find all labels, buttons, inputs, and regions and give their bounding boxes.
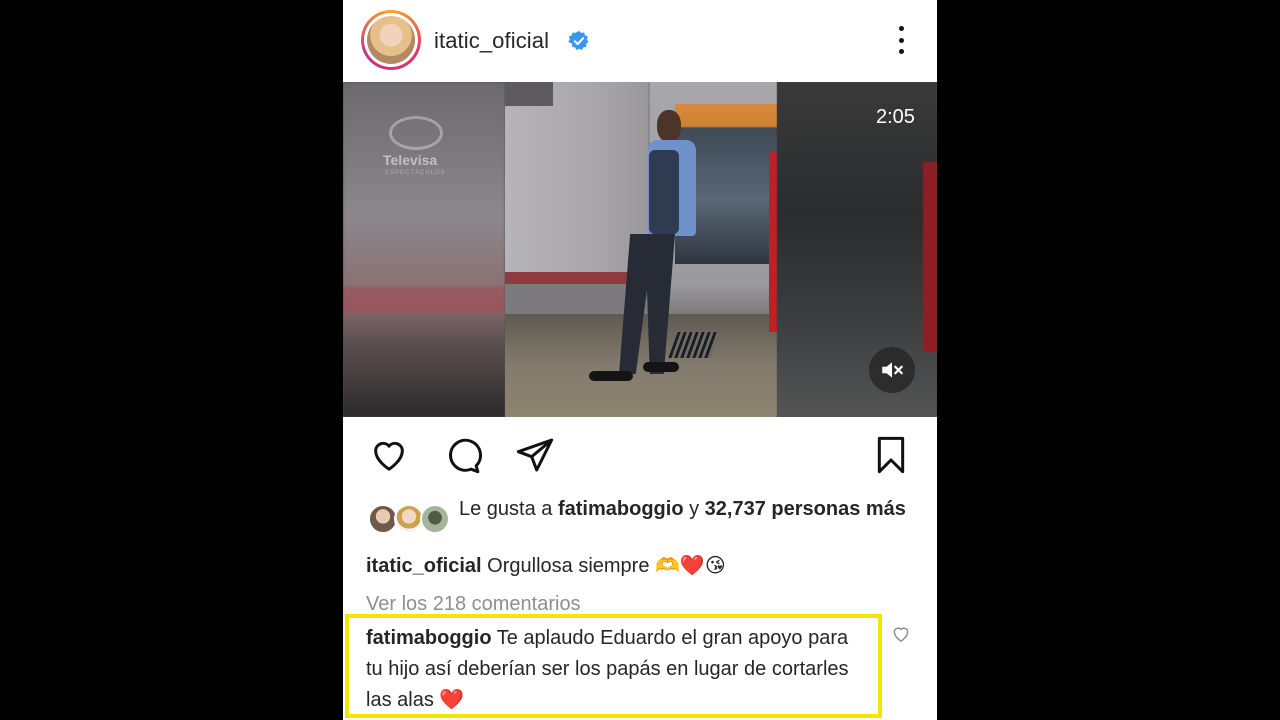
video-duration: 2:05 <box>876 106 915 128</box>
liker-avatar <box>420 504 450 534</box>
likes-count[interactable]: 32,737 personas más <box>705 498 906 520</box>
video-player[interactable]: Televisa ESPECTÁCULOS 2:05 <box>343 82 937 417</box>
watermark-brand: Televisa <box>383 152 438 168</box>
verified-badge-icon <box>568 30 589 50</box>
username[interactable]: itatic_oficial <box>434 28 549 54</box>
comment-icon[interactable] <box>442 435 482 475</box>
more-options-icon[interactable] <box>889 24 913 56</box>
heart-icon[interactable] <box>369 435 409 475</box>
caption-emojis: 🫶❤️😘 <box>655 555 726 577</box>
likes-text: Le gusta a fatimaboggio y 32,737 persona… <box>459 498 906 520</box>
bookmark-icon[interactable] <box>871 435 911 475</box>
view-comments-link[interactable]: Ver los 218 comentarios <box>366 593 581 616</box>
avatar[interactable] <box>361 10 421 70</box>
televisa-logo-icon <box>389 116 443 150</box>
caption-text: Orgullosa siempre <box>487 555 650 577</box>
mute-button[interactable] <box>869 347 915 393</box>
share-icon[interactable] <box>515 435 555 475</box>
action-bar <box>343 417 937 492</box>
speaker-muted-icon <box>882 362 903 378</box>
comment-username[interactable]: fatimaboggio <box>366 627 492 649</box>
person-figure <box>657 110 681 142</box>
caption: itatic_oficial Orgullosa siempre 🫶❤️😘 <box>366 553 726 578</box>
post-card: itatic_oficial Televisa ESPECTÁCULOS 2:0… <box>343 0 937 720</box>
post-header: itatic_oficial <box>343 0 937 82</box>
comment-emoji: ❤️ <box>439 689 465 711</box>
comment: fatimaboggio Te aplaudo Eduardo el gran … <box>366 623 866 716</box>
likes-row[interactable]: Le gusta a fatimaboggio y 32,737 persona… <box>343 492 937 552</box>
liker-username[interactable]: fatimaboggio <box>558 498 684 520</box>
watermark-sub: ESPECTÁCULOS <box>385 170 446 176</box>
caption-username[interactable]: itatic_oficial <box>366 555 482 577</box>
comment-heart-icon[interactable] <box>891 624 911 644</box>
